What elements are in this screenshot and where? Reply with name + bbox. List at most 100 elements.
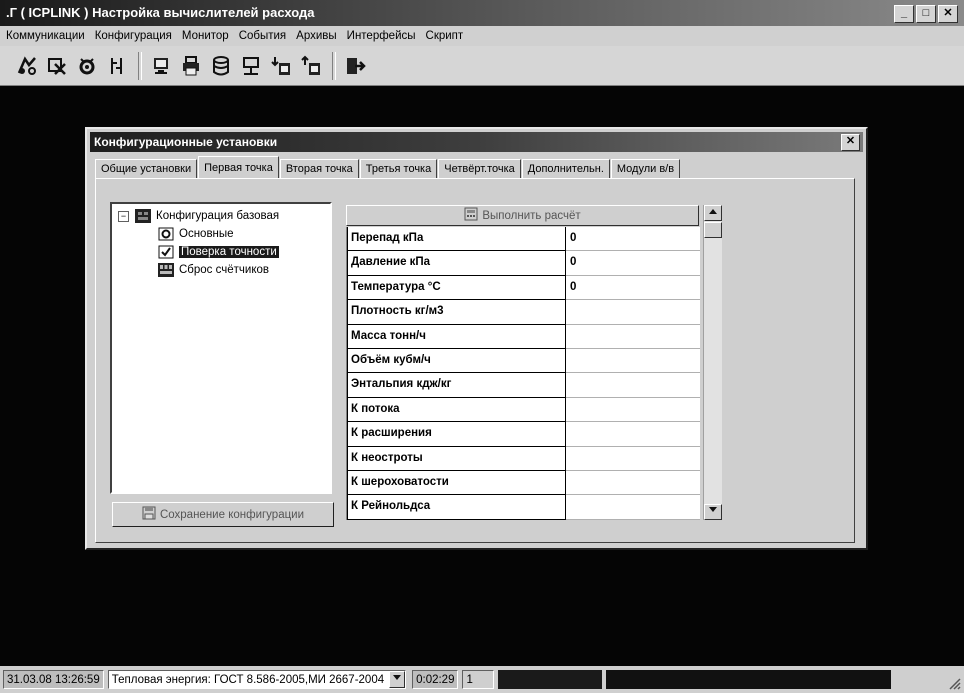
menu-monitor[interactable]: Монитор	[182, 30, 229, 42]
table-row: Плотность кг/м3	[347, 300, 700, 325]
param-name: К Рейнольдса	[347, 495, 566, 520]
table-row: Энтальпия кдж/кг	[347, 373, 700, 398]
param-value[interactable]: 0	[566, 227, 700, 252]
status-counter: 1	[462, 670, 495, 689]
table-row: К неостроты	[347, 446, 700, 471]
param-value[interactable]	[566, 495, 700, 520]
menu-interfaces[interactable]: Интерфейсы	[347, 30, 416, 42]
param-value[interactable]	[566, 446, 700, 471]
archive-icon[interactable]	[208, 53, 234, 79]
param-name: Давление кПа	[347, 251, 566, 276]
toolbar-separator	[332, 51, 336, 80]
status-datetime: 31.03.08 13:26:59	[3, 670, 104, 689]
tree-root-label: Конфигурация базовая	[156, 210, 280, 222]
dialog-title: Конфигурационные установки	[94, 135, 278, 149]
grid-scrollbar[interactable]	[703, 205, 722, 520]
tree-item-basic[interactable]: Основные	[158, 225, 234, 243]
app-title: .Г ( ICPLINK ) Настройка вычислителей ра…	[6, 5, 315, 20]
tab-strip: Общие установки Первая точка Вторая точк…	[95, 156, 681, 178]
resize-grip-icon[interactable]	[947, 676, 961, 690]
table-row: Давление кПа 0	[347, 251, 700, 276]
param-name: Температура °С	[347, 275, 566, 301]
param-value[interactable]	[566, 470, 700, 496]
tab-additional[interactable]: Дополнительн.	[521, 159, 610, 178]
tree-item-label: Поверка точности	[179, 246, 279, 258]
network-icon[interactable]	[238, 53, 264, 79]
param-value[interactable]	[566, 348, 700, 374]
menu-configuration[interactable]: Конфигурация	[95, 30, 172, 42]
param-value[interactable]	[566, 397, 700, 423]
table-row: К шероховатости	[347, 470, 700, 496]
param-name: Перепад кПа	[347, 227, 566, 252]
tab-point-4[interactable]: Четвёрт.точка	[438, 159, 521, 178]
tree-item-reset-counters[interactable]: Сброс счётчиков	[158, 261, 269, 279]
switch-icon[interactable]	[104, 53, 130, 79]
counter-reset-icon	[158, 263, 174, 277]
upload-icon[interactable]	[298, 53, 324, 79]
param-value[interactable]	[566, 300, 700, 325]
tree-item-label: Сброс счётчиков	[179, 264, 269, 276]
maximize-button[interactable]: □	[916, 5, 936, 23]
toolbar	[0, 46, 964, 86]
tab-io-modules[interactable]: Модули в/в	[610, 159, 681, 178]
disconnect-icon[interactable]	[44, 53, 70, 79]
param-name: К неостроты	[347, 446, 566, 471]
table-row: Объём кубм/ч	[347, 348, 700, 374]
standard-select[interactable]: Тепловая энергия: ГОСТ 8.586-2005,МИ 266…	[107, 670, 407, 689]
printer-icon[interactable]	[178, 53, 204, 79]
config-tree: − Конфигурация базовая Основные Поверка …	[110, 202, 332, 494]
tab-point-3[interactable]: Третья точка	[359, 159, 438, 178]
param-name: К расширения	[347, 422, 566, 447]
basic-settings-icon	[158, 227, 174, 241]
scroll-down-button[interactable]	[704, 504, 722, 520]
menu-communications[interactable]: Коммуникации	[6, 30, 85, 42]
arrow-up-icon	[709, 209, 717, 214]
scroll-up-button[interactable]	[704, 205, 722, 221]
collapse-icon[interactable]: −	[118, 210, 129, 222]
window-controls: _ □ ✕	[894, 5, 958, 23]
param-value[interactable]	[566, 324, 700, 349]
close-button[interactable]: ✕	[938, 5, 958, 23]
tab-point-2[interactable]: Вторая точка	[279, 159, 359, 178]
save-config-button[interactable]: Сохранение конфигурации	[112, 502, 334, 527]
menu-events[interactable]: События	[239, 30, 286, 42]
param-value[interactable]: 0	[566, 251, 700, 276]
table-row: Перепад кПа 0	[347, 227, 700, 252]
param-name: Энтальпия кдж/кг	[347, 373, 566, 398]
param-name: Плотность кг/м3	[347, 300, 566, 325]
accuracy-check-icon	[158, 245, 174, 259]
download-icon[interactable]	[268, 53, 294, 79]
menu-bar: Коммуникации Конфигурация Монитор Событи…	[0, 26, 964, 46]
dropdown-arrow-icon[interactable]	[389, 671, 406, 688]
tab-panel: − Конфигурация базовая Основные Поверка …	[95, 178, 855, 543]
scroll-thumb[interactable]	[704, 222, 722, 238]
param-value[interactable]	[566, 373, 700, 398]
dialog-title-bar: Конфигурационные установки ✕	[90, 132, 863, 152]
exit-icon[interactable]	[342, 53, 368, 79]
status-timer: 0:02:29	[412, 670, 459, 689]
status-bar: 31.03.08 13:26:59 Тепловая энергия: ГОСТ…	[0, 666, 964, 693]
tree-root[interactable]: − Конфигурация базовая	[118, 207, 279, 225]
tree-item-accuracy[interactable]: Поверка точности	[158, 243, 279, 261]
menu-archives[interactable]: Архивы	[296, 30, 337, 42]
config-base-icon	[135, 209, 151, 223]
tab-point-1[interactable]: Первая точка	[198, 156, 279, 178]
connect-icon[interactable]	[14, 53, 40, 79]
calculate-icon	[464, 207, 478, 224]
tab-general[interactable]: Общие установки	[95, 159, 198, 178]
calculate-label: Выполнить расчёт	[482, 209, 581, 222]
dialog-close-button[interactable]: ✕	[841, 134, 860, 151]
table-row: Масса тонн/ч	[347, 324, 700, 349]
save-config-label: Сохранение конфигурации	[159, 508, 305, 521]
save-icon	[142, 506, 156, 523]
param-value[interactable]: 0	[566, 275, 700, 301]
minimize-button[interactable]: _	[894, 5, 914, 23]
table-row: К расширения	[347, 422, 700, 447]
calculate-button[interactable]: Выполнить расчёт	[346, 205, 699, 226]
settings-icon[interactable]	[74, 53, 100, 79]
monitor-icon[interactable]	[148, 53, 174, 79]
param-name: К потока	[347, 397, 566, 423]
param-value[interactable]	[566, 422, 700, 447]
status-message-area	[606, 670, 892, 689]
menu-script[interactable]: Скрипт	[426, 30, 464, 42]
